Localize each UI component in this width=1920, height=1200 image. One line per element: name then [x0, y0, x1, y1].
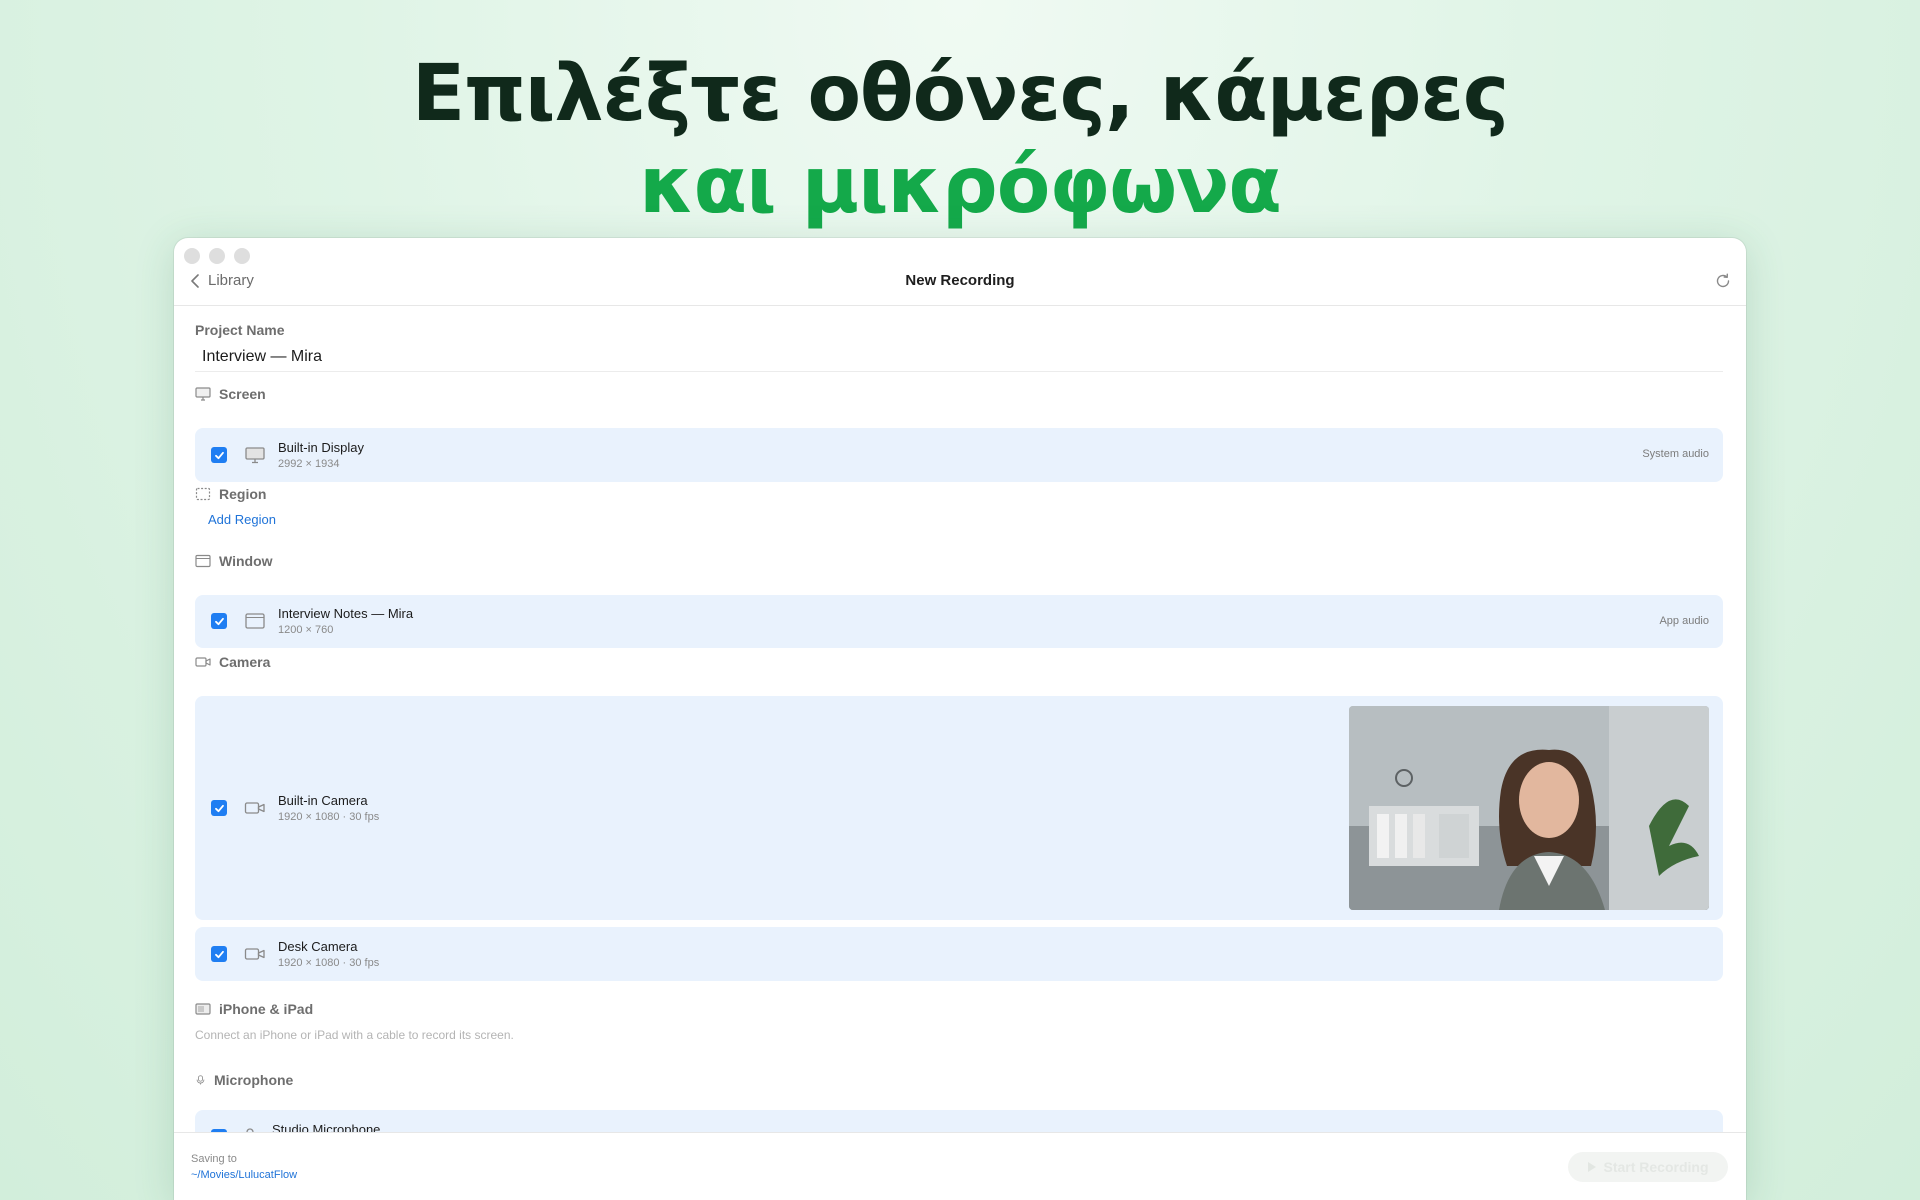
screen-device-resolution: 2992 × 1934 [278, 458, 340, 470]
app-window: Library New Recording Project Name Scree… [174, 238, 1746, 1200]
camera-row-built-in[interactable]: Built-in Camera 1920 × 1080 · 30 fps [195, 696, 1723, 920]
desk-camera-checkbox[interactable] [211, 946, 227, 962]
window-section-header: Window [195, 553, 273, 569]
desk-camera-format: 1920 × 1080 · 30 fps [278, 957, 380, 969]
window-controls [184, 248, 250, 264]
checkmark-icon [214, 451, 224, 459]
region-section-title: Region [219, 486, 267, 502]
camera-section-header: Camera [195, 654, 270, 670]
checkmark-icon [214, 804, 224, 812]
camera-section-title: Camera [219, 654, 271, 670]
minimize-window-button[interactable] [209, 248, 225, 264]
play-icon [1588, 1162, 1597, 1172]
microphone-section-header: Microphone [195, 1072, 293, 1088]
app-window-icon [245, 613, 265, 629]
project-name-label: Project Name [195, 322, 285, 338]
camera-preview-image [1349, 706, 1709, 910]
saving-to-label: Saving to [191, 1153, 237, 1165]
refresh-icon[interactable] [1714, 272, 1732, 290]
monitor-icon [195, 387, 211, 401]
add-region-link[interactable]: Add Region [208, 512, 276, 527]
camera-preview [1349, 706, 1709, 910]
footer-bar: Saving to ~/Movies/LulucatFlow Start Rec… [174, 1132, 1746, 1200]
save-path-link[interactable]: ~/Movies/LulucatFlow [191, 1169, 297, 1181]
iphone-section-header: iPhone & iPad [195, 1001, 313, 1017]
window-resolution: 1200 × 760 [278, 624, 334, 636]
region-select-icon [195, 487, 211, 501]
devices-icon [195, 1003, 211, 1015]
recording-form: Project Name Screen Built-in Display 299… [195, 306, 1725, 1132]
camera-row-desk[interactable]: Desk Camera 1920 × 1080 · 30 fps [195, 927, 1723, 981]
microphone-section-title: Microphone [214, 1072, 294, 1088]
system-audio-badge: System audio [1642, 448, 1709, 460]
zoom-window-button[interactable] [234, 248, 250, 264]
start-recording-label: Start Recording [1603, 1159, 1709, 1175]
built-in-camera-checkbox[interactable] [211, 800, 227, 816]
title-bar: Library New Recording [174, 268, 1746, 306]
iphone-section-title: iPhone & iPad [219, 1001, 314, 1017]
headline: Επιλέξτε οθόνες, κάμερες και μικρόφωνα [0, 48, 1920, 232]
display-icon [245, 447, 265, 464]
window-checkbox[interactable] [211, 613, 227, 629]
built-in-camera-name: Built-in Camera [278, 793, 368, 808]
window-title: New Recording [905, 272, 1015, 289]
desk-camera-name: Desk Camera [278, 939, 358, 954]
camera-device-icon [244, 802, 265, 814]
microphone-device-name: Studio Microphone [272, 1122, 381, 1132]
window-name: Interview Notes — Mira [278, 606, 414, 621]
window-icon [195, 554, 211, 568]
project-name-input[interactable] [195, 342, 1723, 372]
screen-device-name: Built-in Display [278, 440, 364, 455]
window-row-interview-notes[interactable]: Interview Notes — Mira 1200 × 760 App au… [195, 595, 1723, 648]
close-window-button[interactable] [184, 248, 200, 264]
built-in-camera-format: 1920 × 1080 · 30 fps [278, 811, 380, 823]
headline-line-1: Επιλέξτε οθόνες, κάμερες [411, 49, 1509, 139]
app-audio-badge: App audio [1659, 615, 1709, 627]
region-section-header: Region [195, 486, 266, 502]
headline-line-2: και μικρόφωνα [639, 141, 1282, 231]
microphone-icon [196, 1075, 205, 1085]
microphone-row-studio[interactable]: Studio Microphone [195, 1110, 1723, 1132]
video-camera-icon [195, 657, 211, 667]
screen-section-title: Screen [219, 386, 266, 402]
window-section-title: Window [219, 553, 273, 569]
screen-checkbox[interactable] [211, 447, 227, 463]
screen-section-header: Screen [195, 386, 266, 402]
screen-row-built-in-display[interactable]: Built-in Display 2992 × 1934 System audi… [195, 428, 1723, 482]
camera-device-icon [244, 948, 265, 960]
checkmark-icon [214, 617, 224, 625]
iphone-connect-hint: Connect an iPhone or iPad with a cable t… [195, 1028, 514, 1042]
start-recording-button[interactable]: Start Recording [1568, 1152, 1728, 1182]
checkmark-icon [214, 950, 224, 958]
